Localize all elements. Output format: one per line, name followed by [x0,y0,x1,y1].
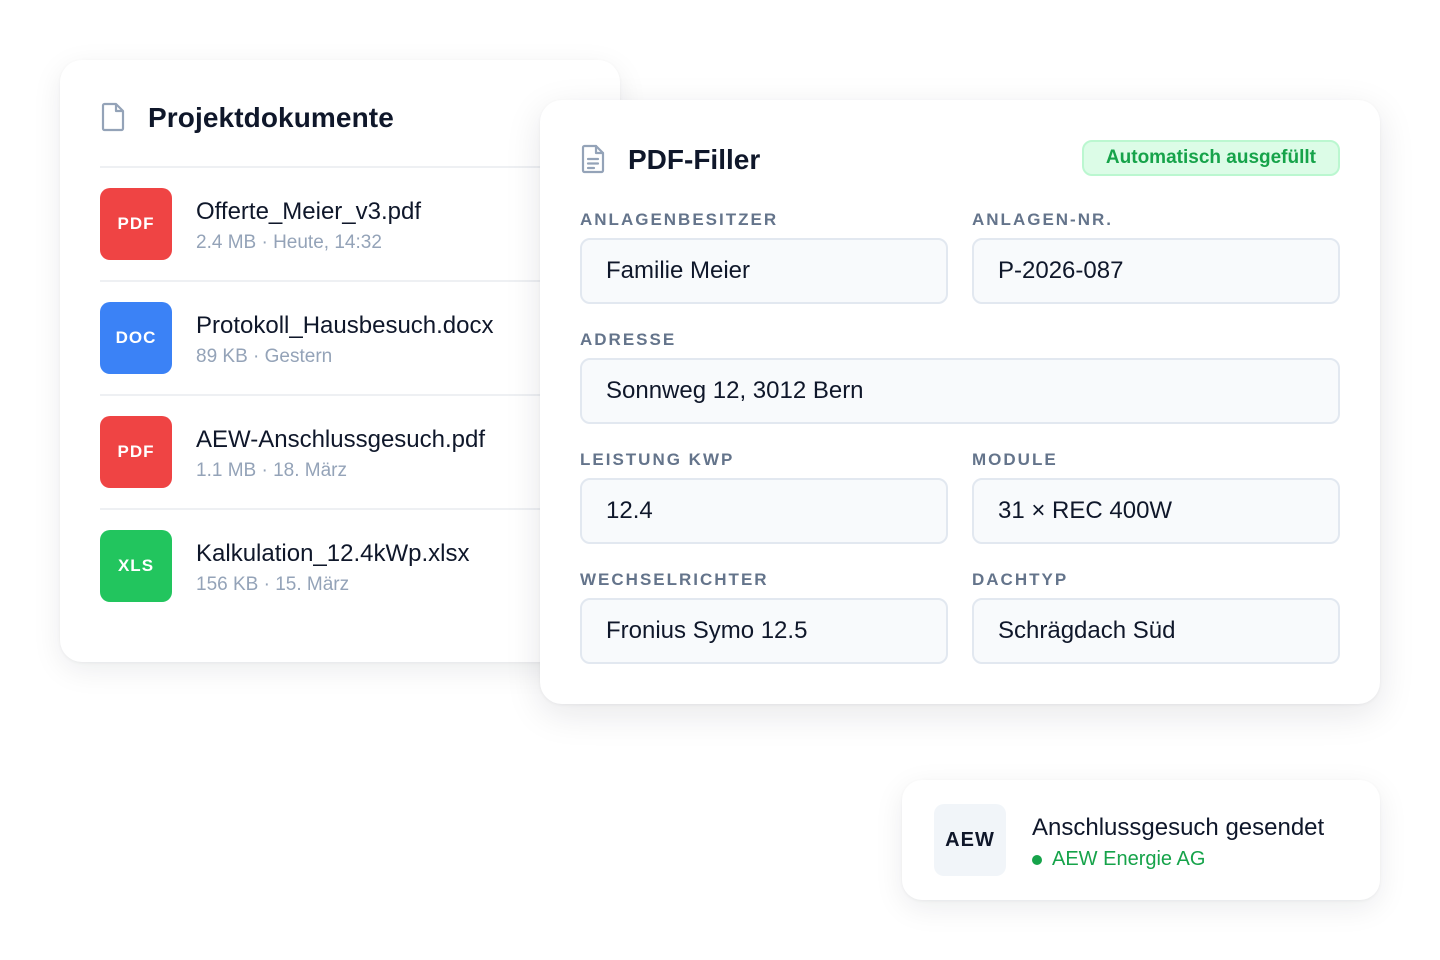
owner-label: ANLAGENBESITZER [580,210,779,229]
aew-logo: AEW [934,804,1006,876]
power-label: LEISTUNG KWP [580,450,735,469]
modules-label: MODULE [972,450,1058,469]
system-number-label: ANLAGEN-NR. [972,210,1113,229]
project-documents-card: Projektdokumente PDF Offerte_Meier_v3.pd… [60,60,620,662]
file-type-badge: PDF [100,188,172,260]
system-number-field[interactable] [972,238,1340,304]
document-row[interactable]: PDF Offerte_Meier_v3.pdf 2.4 MB · Heute,… [100,166,580,280]
file-type-badge: DOC [100,302,172,374]
pdf-filler-header: PDF-Filler [580,142,760,178]
file-type-badge: XLS [100,530,172,602]
document-meta: 1.1 MB · 18. März [196,460,347,481]
document-name[interactable]: Kalkulation_12.4kWp.xlsx [196,540,469,568]
document-text-icon [580,144,610,176]
document-meta: 89 KB · Gestern [196,346,333,367]
notification-sender: AEW Energie AG [1052,848,1206,870]
document-row[interactable]: DOC Protokoll_Hausbesuch.docx 89 KB · Ge… [100,280,580,394]
document-name[interactable]: Offerte_Meier_v3.pdf [196,198,421,226]
document-row[interactable]: XLS Kalkulation_12.4kWp.xlsx 156 KB · 15… [100,508,580,622]
power-field[interactable] [580,478,948,544]
inverter-field[interactable] [580,598,948,664]
project-documents-title: Projektdokumente [148,102,394,133]
roof-type-field[interactable] [972,598,1340,664]
modules-field[interactable] [972,478,1340,544]
address-label: ADRESSE [580,330,677,349]
notification-subtitle: AEW Energie AG [1032,848,1205,871]
notification-title: Anschlussgesuch gesendet [1032,814,1325,841]
inverter-label: WECHSELRICHTER [580,570,769,589]
stage: Projektdokumente PDF Offerte_Meier_v3.pd… [0,0,1440,960]
auto-filled-badge: Automatisch ausgefüllt [1081,140,1340,176]
status-dot-icon [1032,854,1042,865]
file-type-badge: PDF [100,416,172,488]
pdf-filler-title: PDF-Filler [628,144,761,175]
pdf-filler-card: PDF-Filler Automatisch ausgefüllt ANLAGE… [540,100,1380,704]
document-meta: 2.4 MB · Heute, 14:32 [196,232,382,253]
document-name[interactable]: AEW-Anschlussgesuch.pdf [196,426,485,454]
document-icon [100,102,130,134]
address-field[interactable] [580,358,1340,424]
document-meta: 156 KB · 15. März [196,574,350,595]
notification-card[interactable]: AEW Anschlussgesuch gesendet AEW Energie… [902,780,1380,900]
document-row[interactable]: PDF AEW-Anschlussgesuch.pdf 1.1 MB · 18.… [100,394,580,508]
owner-field[interactable] [580,238,948,304]
document-name[interactable]: Protokoll_Hausbesuch.docx [196,312,494,340]
roof-type-label: DACHTYP [972,570,1069,589]
project-documents-header: Projektdokumente [100,100,394,136]
